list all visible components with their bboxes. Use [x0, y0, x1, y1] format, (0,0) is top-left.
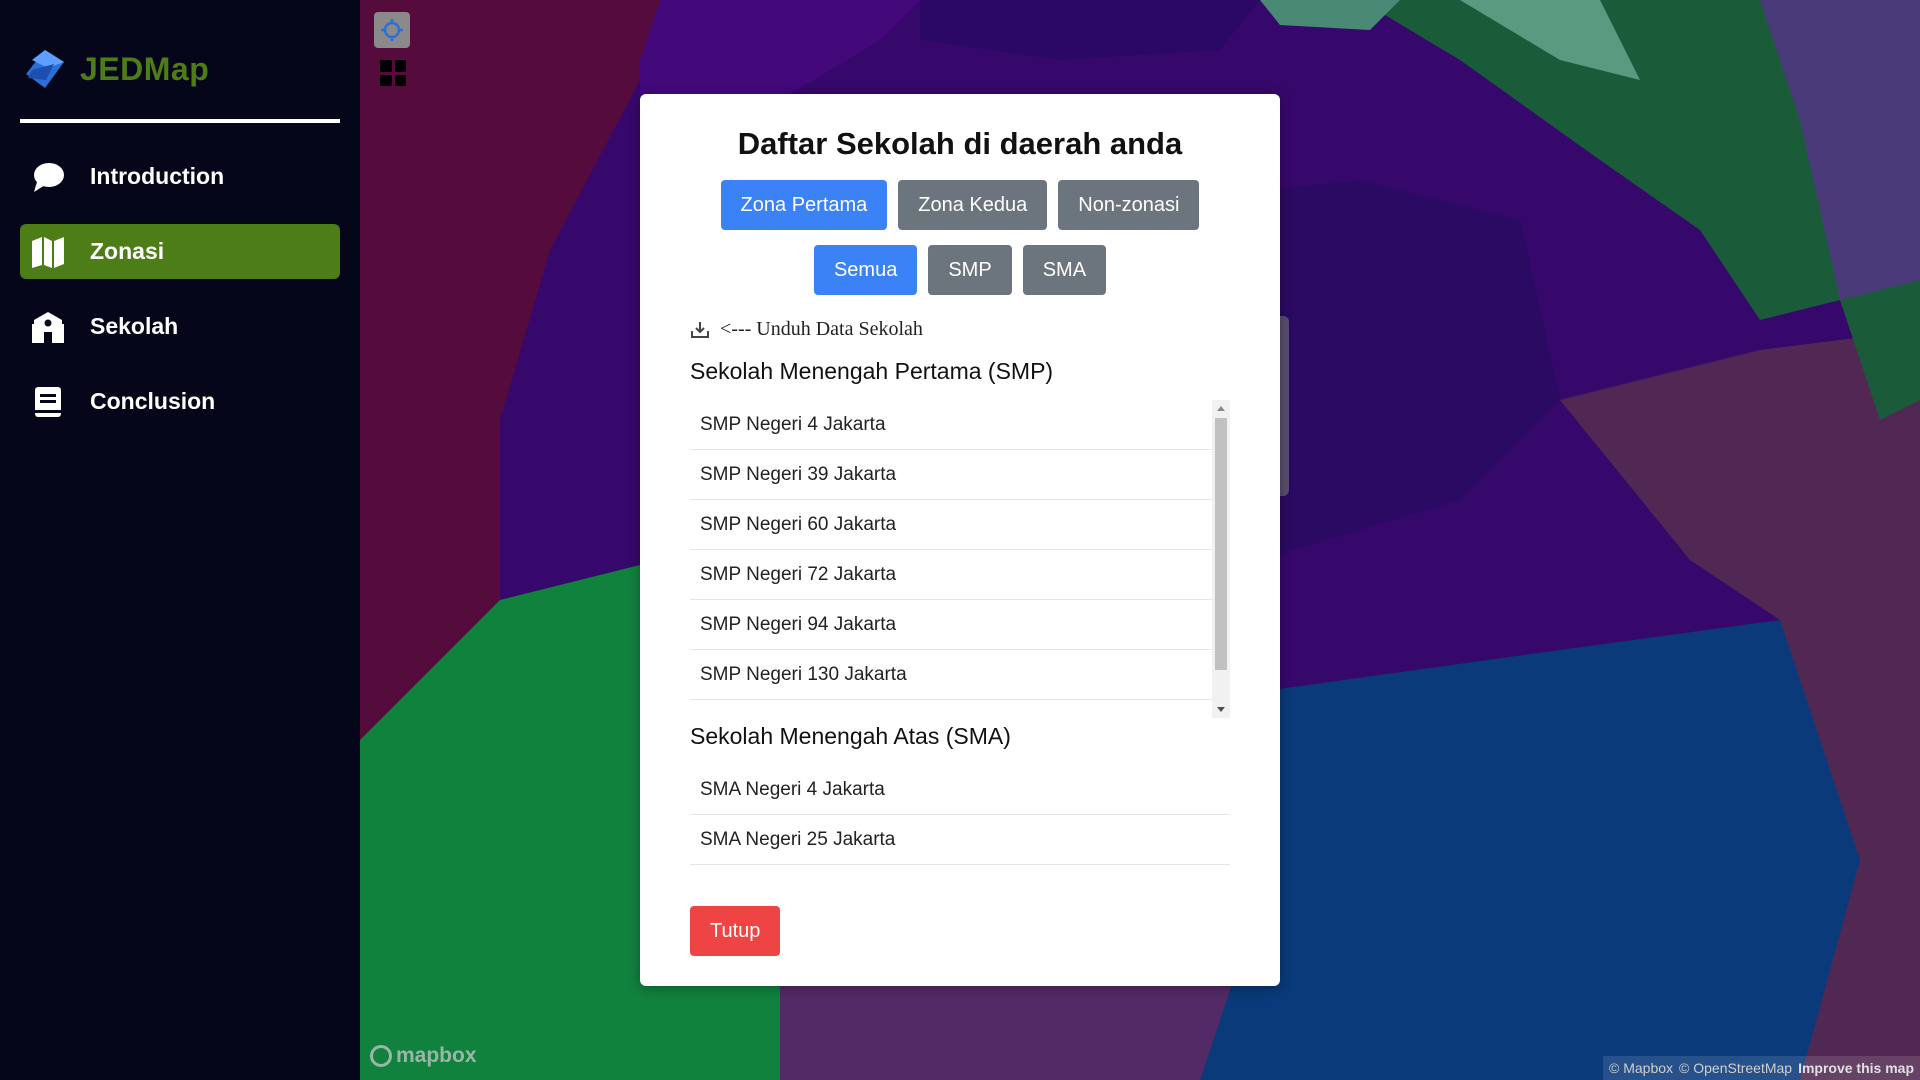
- list-item[interactable]: SMP Negeri 72 Jakarta: [690, 550, 1212, 600]
- scroll-down-icon[interactable]: [1217, 707, 1225, 712]
- list-item[interactable]: SMP Negeri 4 Jakarta: [690, 400, 1212, 450]
- map-icon: [30, 234, 66, 270]
- list-item[interactable]: SMP Negeri 60 Jakarta: [690, 500, 1212, 550]
- osm-attribution-link[interactable]: © OpenStreetMap: [1679, 1060, 1792, 1076]
- sidebar-item-zonasi[interactable]: Zonasi: [20, 224, 340, 279]
- download-icon: [691, 321, 709, 338]
- improve-map-link[interactable]: Improve this map: [1798, 1060, 1914, 1076]
- smp-list-scrollbar[interactable]: [1212, 400, 1230, 718]
- document-icon: [30, 384, 66, 420]
- sidebar-item-label: Introduction: [90, 163, 225, 189]
- list-item[interactable]: SMA Negeri 25 Jakarta: [690, 815, 1230, 865]
- brand[interactable]: JEDMap: [24, 48, 209, 90]
- list-item[interactable]: SMA Negeri 4 Jakarta: [690, 765, 1230, 815]
- download-school-data-link[interactable]: <--- Unduh Data Sekolah: [690, 318, 923, 341]
- modal-title: Daftar Sekolah di daerah anda: [737, 126, 1183, 161]
- geolocate-button[interactable]: [374, 12, 410, 48]
- sidebar-item-sekolah[interactable]: Sekolah: [20, 299, 340, 354]
- chat-bubble-icon: [30, 159, 66, 195]
- brand-name: JEDMap: [80, 50, 210, 87]
- sidebar-item-introduction[interactable]: Introduction: [20, 149, 340, 204]
- scrollbar-thumb[interactable]: [1215, 418, 1227, 670]
- scroll-up-icon[interactable]: [1217, 406, 1225, 411]
- mapbox-attribution-link[interactable]: © Mapbox: [1609, 1060, 1673, 1076]
- tab-non-zonasi[interactable]: Non-zonasi: [1058, 180, 1200, 230]
- sidebar-item-label: Sekolah: [90, 313, 179, 339]
- list-item[interactable]: SMP Negeri 39 Jakarta: [690, 450, 1212, 500]
- mapbox-icon: [370, 1045, 392, 1067]
- smp-list: SMP Negeri 4 Jakarta SMP Negeri 39 Jakar…: [690, 400, 1212, 700]
- list-item[interactable]: SMP Negeri 130 Jakarta: [690, 650, 1212, 700]
- school-icon: [30, 309, 66, 345]
- map-attribution: © Mapbox © OpenStreetMap Improve this ma…: [1603, 1056, 1920, 1080]
- tab-zona-kedua[interactable]: Zona Kedua: [898, 180, 1048, 230]
- layers-grid-icon[interactable]: [380, 60, 406, 86]
- sidebar: JEDMap Introduction Zonasi Sekolah Concl…: [0, 0, 360, 1080]
- brand-logo-icon: [26, 50, 64, 88]
- tab-semua[interactable]: Semua: [813, 245, 918, 295]
- sidebar-item-conclusion[interactable]: Conclusion: [20, 374, 340, 429]
- sma-section-title: Sekolah Menengah Atas (SMA): [690, 723, 1011, 749]
- crosshair-icon: [381, 19, 403, 41]
- mapbox-logo[interactable]: mapbox: [370, 1044, 477, 1068]
- smp-section-title: Sekolah Menengah Pertama (SMP): [690, 358, 1054, 384]
- sidebar-item-label: Conclusion: [90, 388, 216, 414]
- close-button[interactable]: Tutup: [690, 906, 781, 956]
- sma-list: SMA Negeri 4 Jakarta SMA Negeri 25 Jakar…: [690, 765, 1230, 865]
- tab-zona-pertama[interactable]: Zona Pertama: [720, 180, 888, 230]
- list-item[interactable]: SMP Negeri 94 Jakarta: [690, 600, 1212, 650]
- zone-tabs: Zona Pertama Zona Kedua Non-zonasi: [640, 180, 1280, 230]
- mapbox-logo-text: mapbox: [396, 1044, 477, 1067]
- brand-divider: [20, 119, 340, 123]
- tab-sma[interactable]: SMA: [1022, 245, 1107, 295]
- download-label: <--- Unduh Data Sekolah: [720, 318, 923, 340]
- school-list-modal: Daftar Sekolah di daerah anda Zona Perta…: [640, 94, 1280, 986]
- smp-scroll-list[interactable]: SMP Negeri 4 Jakarta SMP Negeri 39 Jakar…: [690, 400, 1230, 718]
- map-region: [1200, 620, 1860, 1080]
- tab-smp[interactable]: SMP: [928, 245, 1012, 295]
- sidebar-item-label: Zonasi: [90, 238, 165, 264]
- level-tabs: Semua SMP SMA: [640, 245, 1280, 295]
